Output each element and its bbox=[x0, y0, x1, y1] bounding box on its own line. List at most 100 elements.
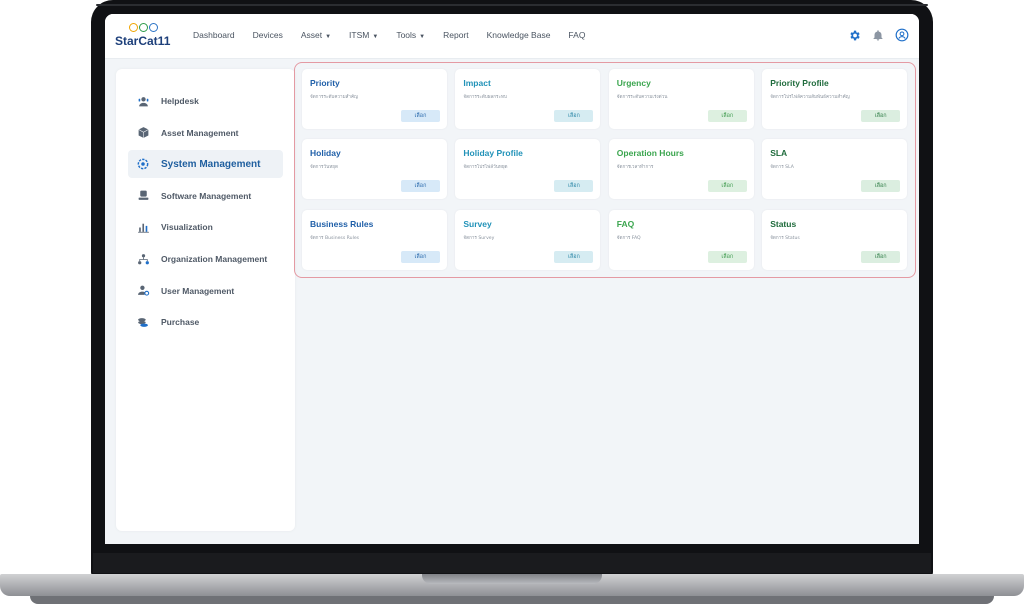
select-button[interactable]: เลือก bbox=[554, 250, 594, 263]
card-description: จัดการ Status bbox=[770, 235, 800, 241]
select-button[interactable]: เลือก bbox=[554, 180, 594, 193]
sidebar-item-label: Helpdesk bbox=[161, 96, 199, 106]
card-description: จัดการระดับความเร่งด่วน bbox=[616, 95, 668, 100]
card-title: FAQ bbox=[616, 218, 635, 229]
nav-item-report[interactable]: Report bbox=[443, 30, 469, 40]
sidebar-item-visualization[interactable]: Visualization bbox=[128, 213, 283, 241]
select-button[interactable]: เลือก bbox=[707, 180, 747, 193]
bar-chart-icon bbox=[135, 219, 151, 235]
card-operation-hours[interactable]: Operation Hours จัดการเวลาทำการเลือก bbox=[608, 139, 754, 200]
software-icon bbox=[135, 188, 151, 204]
select-button[interactable]: เลือก bbox=[401, 110, 440, 122]
nav-item-devices[interactable]: Devices bbox=[253, 30, 283, 40]
select-button[interactable]: เลือก bbox=[861, 110, 901, 122]
card-priority-profile[interactable]: Priority Profile จัดการโปรไฟล์ความสัมพันธ… bbox=[762, 69, 908, 129]
card-priority[interactable]: Priority จัดการระดับความสำคัญ เลือก bbox=[302, 69, 447, 129]
sidebar-item-software-management[interactable]: Software Management bbox=[128, 182, 283, 210]
org-chart-icon bbox=[135, 251, 151, 267]
nav-item-label: Tools bbox=[396, 30, 417, 40]
card-title: Status bbox=[770, 218, 797, 229]
logo-dot-green bbox=[139, 23, 148, 32]
card-holiday[interactable]: Holiday จัดการวันหยุดเลือก bbox=[302, 139, 447, 200]
nav-item-itsm[interactable]: ITSM ▼ bbox=[349, 30, 378, 40]
card-description: จัดการวันหยุด bbox=[310, 165, 338, 171]
coins-icon bbox=[135, 314, 151, 330]
bezel-edge bbox=[96, 4, 928, 6]
helpdesk-icon bbox=[135, 93, 151, 109]
nav-item-asset[interactable]: Asset ▼ bbox=[301, 30, 331, 40]
app-screen: StarCat11 Dashboard Devices Asset ▼ ITSM ▼ Too… bbox=[105, 14, 919, 544]
select-button[interactable]: เลือก bbox=[861, 250, 901, 263]
brand-name: StarCat11 bbox=[115, 34, 171, 48]
card-sla[interactable]: SLA จัดการ SLA เลือก bbox=[762, 139, 908, 200]
select-button[interactable]: เลือก bbox=[554, 110, 594, 122]
card-title: Business Rules bbox=[310, 218, 374, 229]
laptop-chin bbox=[93, 553, 931, 573]
system-management-cards: Priority จัดการระดับความสำคัญ เลือก Impact จ… bbox=[294, 62, 916, 278]
gear-icon[interactable] bbox=[847, 28, 861, 42]
nav-item-label: Knowledge Base bbox=[486, 30, 551, 40]
nav-item-tools[interactable]: Tools ▼ bbox=[396, 30, 425, 40]
card-impact[interactable]: Impact จัดการระดับผลกระทบเลือก bbox=[455, 69, 601, 129]
card-urgency[interactable]: Urgency จัดการระดับความเร่งด่วนเลือก bbox=[608, 69, 754, 129]
card-title: Holiday Profile bbox=[463, 148, 523, 159]
select-button[interactable]: เลือก bbox=[401, 180, 440, 193]
card-title: Priority Profile bbox=[770, 78, 829, 88]
select-button[interactable]: เลือก bbox=[861, 180, 901, 193]
laptop-notch bbox=[422, 574, 602, 584]
card-title: Urgency bbox=[616, 78, 651, 88]
sidebar-item-label: System Management bbox=[161, 158, 261, 170]
sidebar-item-label: User Management bbox=[161, 285, 235, 296]
sidebar-item-user-management[interactable]: User Management bbox=[128, 277, 283, 305]
select-button[interactable]: เลือก bbox=[707, 250, 747, 263]
card-description: จัดการระดับผลกระทบ bbox=[463, 95, 507, 100]
card-title: Operation Hours bbox=[616, 148, 684, 159]
card-title: SLA bbox=[770, 148, 788, 159]
card-title: Holiday bbox=[310, 148, 341, 159]
select-button[interactable]: เลือก bbox=[707, 110, 747, 122]
card-description: จัดการ Survey bbox=[463, 235, 495, 241]
sidebar-item-purchase[interactable]: Purchase bbox=[128, 308, 283, 336]
gear-icon bbox=[135, 156, 151, 172]
logo-dot-yellow bbox=[129, 23, 138, 32]
card-title: Impact bbox=[463, 78, 491, 88]
sidebar-item-label: Software Management bbox=[161, 190, 252, 201]
nav-item-dashboard[interactable]: Dashboard bbox=[193, 30, 235, 40]
bell-icon[interactable] bbox=[871, 28, 885, 42]
sidebar-item-helpdesk[interactable]: Helpdesk bbox=[128, 87, 283, 115]
card-business-rules[interactable]: Business Rules จัดการ Business Rules เลือก bbox=[302, 209, 447, 270]
chevron-down-icon: ▼ bbox=[372, 34, 379, 40]
select-button[interactable]: เลือก bbox=[401, 250, 440, 263]
nav-item-label: Report bbox=[443, 30, 469, 40]
nav-item-label: Dashboard bbox=[193, 30, 235, 40]
nav-item-label: Asset bbox=[300, 30, 323, 40]
nav-item-faq[interactable]: FAQ bbox=[568, 30, 585, 40]
brand-logo[interactable]: StarCat11 bbox=[115, 23, 171, 51]
user-gear-icon bbox=[135, 283, 151, 299]
card-title: Priority bbox=[310, 78, 340, 88]
nav-item-knowledge-base[interactable]: Knowledge Base bbox=[487, 30, 551, 40]
card-survey[interactable]: Survey จัดการ Survey เลือก bbox=[455, 209, 601, 270]
sidebar-item-label: Purchase bbox=[161, 317, 200, 328]
card-title: Survey bbox=[463, 218, 492, 229]
sidebar-item-asset-management[interactable]: Asset Management bbox=[128, 119, 283, 147]
sidebar-item-organization-management[interactable]: Organization Management bbox=[128, 245, 283, 273]
card-holiday-profile[interactable]: Holiday Profile จัดการโปรไฟล์วันหยุดเลือก bbox=[455, 139, 601, 200]
card-description: จัดการ FAQ bbox=[616, 235, 641, 241]
sidebar-item-system-management[interactable]: System Management bbox=[128, 150, 283, 179]
card-description: จัดการ Business Rules bbox=[310, 235, 360, 241]
card-status[interactable]: Status จัดการ Status เลือก bbox=[762, 209, 908, 270]
card-description: จัดการเวลาทำการ bbox=[616, 165, 654, 171]
chevron-down-icon: ▼ bbox=[325, 34, 332, 40]
card-description: จัดการโปรไฟล์วันหยุด bbox=[463, 165, 508, 171]
user-profile-icon[interactable] bbox=[895, 28, 909, 42]
card-description: จัดการ SLA bbox=[770, 165, 794, 171]
nav-item-label: ITSM bbox=[349, 30, 370, 40]
sidebar-item-label: Visualization bbox=[161, 222, 213, 233]
sidebar: Helpdesk Asset Management System Managemen… bbox=[116, 69, 295, 531]
card-description: จัดการโปรไฟล์ความสัมพันธ์ความสำคัญ bbox=[770, 95, 850, 100]
sidebar-item-label: Organization Management bbox=[161, 254, 268, 264]
sidebar-item-label: Asset Management bbox=[161, 127, 239, 138]
card-faq[interactable]: FAQ จัดการ FAQ เลือก bbox=[608, 209, 754, 270]
nav-icons bbox=[847, 28, 909, 42]
